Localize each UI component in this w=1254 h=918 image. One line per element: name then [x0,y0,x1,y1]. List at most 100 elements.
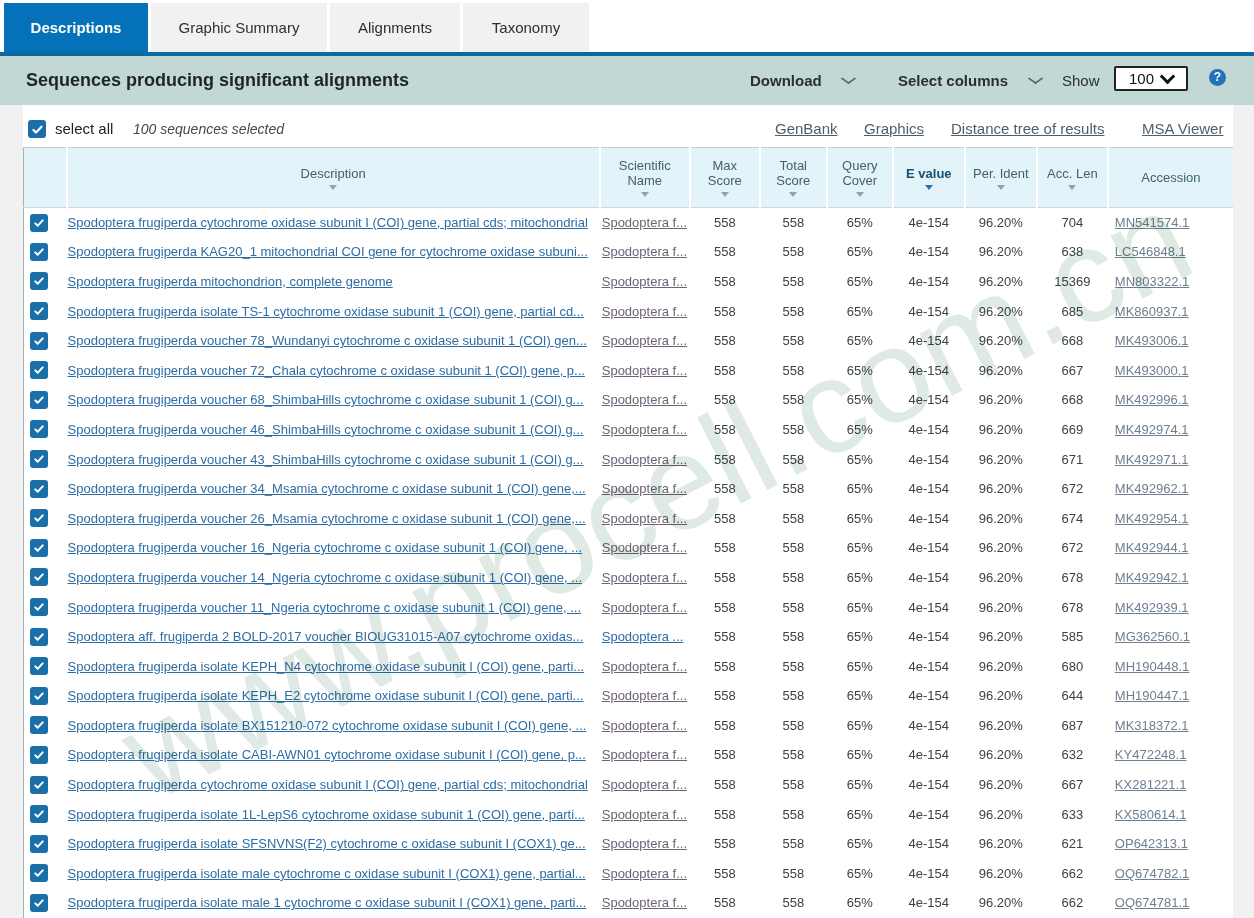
description-link[interactable]: Spodoptera frugiperda isolate BX151210-0… [67,718,600,733]
link-msa-viewer[interactable]: MSA Viewer [1142,114,1223,144]
scientific-name-link[interactable]: Spodoptera f... [600,866,690,881]
description-link[interactable]: Spodoptera frugiperda voucher 46_ShimbaH… [67,422,600,437]
description-link[interactable]: Spodoptera aff. frugiperda 2 BOLD-2017 v… [67,629,600,644]
row-checkbox[interactable] [30,391,48,409]
scientific-name-link[interactable]: Spodoptera f... [600,422,690,437]
row-checkbox[interactable] [30,598,48,616]
column-header-description[interactable]: Description [67,148,600,208]
scientific-name-link[interactable]: Spodoptera f... [600,452,690,467]
accession-link[interactable]: MK318372.1 [1108,718,1189,733]
scientific-name-link[interactable]: Spodoptera f... [600,718,690,733]
download-button[interactable]: Download [750,56,822,105]
description-link[interactable]: Spodoptera frugiperda cytochrome oxidase… [67,215,600,230]
accession-link[interactable]: MK493000.1 [1108,363,1189,378]
scientific-name-link[interactable]: Spodoptera f... [600,895,690,910]
select-columns-button[interactable]: Select columns [898,56,1008,105]
scientific-name-link[interactable]: Spodoptera f... [600,777,690,792]
column-header-acc-len[interactable]: Acc. Len [1037,148,1108,208]
row-checkbox[interactable] [30,864,48,882]
accession-link[interactable]: MK492996.1 [1108,392,1189,407]
scientific-name-link[interactable]: Spodoptera f... [600,540,690,555]
accession-link[interactable]: MK492954.1 [1108,511,1189,526]
scientific-name-link[interactable]: Spodoptera f... [600,836,690,851]
description-link[interactable]: Spodoptera frugiperda isolate male cytoc… [67,866,600,881]
accession-link[interactable]: MK492944.1 [1108,540,1189,555]
accession-link[interactable]: MK492974.1 [1108,422,1189,437]
accession-link[interactable]: MN803322.1 [1108,274,1189,289]
scientific-name-link[interactable]: Spodoptera f... [600,511,690,526]
scientific-name-link[interactable]: Spodoptera f... [600,333,690,348]
scientific-name-link[interactable]: Spodoptera f... [600,600,690,615]
accession-link[interactable]: KX580614.1 [1108,807,1187,822]
row-checkbox[interactable] [30,894,48,912]
column-header-query-cover[interactable]: Query Cover [827,148,893,208]
column-header-per-ident[interactable]: Per. Ident [965,148,1037,208]
accession-link[interactable]: MK492942.1 [1108,570,1189,585]
scientific-name-link[interactable]: Spodoptera ... [600,629,690,644]
accession-link[interactable]: OP642313.1 [1108,836,1188,851]
row-checkbox[interactable] [30,214,48,232]
description-link[interactable]: Spodoptera frugiperda voucher 11_Ngeria … [67,600,600,615]
description-link[interactable]: Spodoptera frugiperda isolate male 1 cyt… [67,895,600,910]
tab-graphic-summary[interactable]: Graphic Summary [151,3,327,52]
link-graphics[interactable]: Graphics [864,114,924,144]
column-header-max-score[interactable]: Max Score [690,148,760,208]
row-checkbox[interactable] [30,687,48,705]
description-link[interactable]: Spodoptera frugiperda voucher 72_Chala c… [67,363,600,378]
row-checkbox[interactable] [30,480,48,498]
row-checkbox[interactable] [30,509,48,527]
row-checkbox[interactable] [30,835,48,853]
description-link[interactable]: Spodoptera frugiperda cytochrome oxidase… [67,777,600,792]
description-link[interactable]: Spodoptera frugiperda voucher 68_ShimbaH… [67,392,600,407]
scientific-name-link[interactable]: Spodoptera f... [600,807,690,822]
description-link[interactable]: Spodoptera frugiperda isolate SFSNVNS(F2… [67,836,600,851]
scientific-name-link[interactable]: Spodoptera f... [600,659,690,674]
accession-link[interactable]: MK492939.1 [1108,600,1189,615]
link-distance-tree[interactable]: Distance tree of results [951,114,1104,144]
accession-link[interactable]: MH190447.1 [1108,688,1189,703]
select-all-checkbox[interactable] [28,120,46,138]
scientific-name-link[interactable]: Spodoptera f... [600,215,690,230]
row-checkbox[interactable] [30,776,48,794]
accession-link[interactable]: MN541574.1 [1108,215,1189,230]
scientific-name-link[interactable]: Spodoptera f... [600,304,690,319]
tab-alignments[interactable]: Alignments [330,3,460,52]
scientific-name-link[interactable]: Spodoptera f... [600,392,690,407]
description-link[interactable]: Spodoptera frugiperda isolate CABI-AWN01… [67,747,600,762]
column-header-total-score[interactable]: Total Score [760,148,827,208]
column-header-e-value[interactable]: E value [893,148,965,208]
description-link[interactable]: Spodoptera frugiperda voucher 34_Msamia … [67,481,600,496]
accession-link[interactable]: MK492971.1 [1108,452,1189,467]
column-header-scientific-name[interactable]: Scientific Name [600,148,690,208]
row-checkbox[interactable] [30,628,48,646]
description-link[interactable]: Spodoptera frugiperda voucher 16_Ngeria … [67,540,600,555]
row-checkbox[interactable] [30,420,48,438]
help-icon[interactable]: ? [1209,69,1226,86]
description-link[interactable]: Spodoptera frugiperda isolate KEPH_N4 cy… [67,659,600,674]
tab-taxonomy[interactable]: Taxonomy [463,3,589,52]
accession-link[interactable]: MK860937.1 [1108,304,1189,319]
scientific-name-link[interactable]: Spodoptera f... [600,363,690,378]
show-select[interactable]: 100 [1114,66,1188,91]
accession-link[interactable]: MG362560.1 [1108,629,1190,644]
row-checkbox[interactable] [30,361,48,379]
row-checkbox[interactable] [30,332,48,350]
row-checkbox[interactable] [30,243,48,261]
accession-link[interactable]: MK492962.1 [1108,481,1189,496]
accession-link[interactable]: KX281221.1 [1108,777,1187,792]
link-genbank[interactable]: GenBank [775,114,838,144]
description-link[interactable]: Spodoptera frugiperda voucher 26_Msamia … [67,511,600,526]
row-checkbox[interactable] [30,805,48,823]
accession-link[interactable]: MH190448.1 [1108,659,1189,674]
description-link[interactable]: Spodoptera frugiperda voucher 78_Wundany… [67,333,600,348]
description-link[interactable]: Spodoptera frugiperda isolate KEPH_E2 cy… [67,688,600,703]
scientific-name-link[interactable]: Spodoptera f... [600,570,690,585]
row-checkbox[interactable] [30,539,48,557]
accession-link[interactable]: LC546848.1 [1108,244,1186,259]
row-checkbox[interactable] [30,272,48,290]
description-link[interactable]: Spodoptera frugiperda isolate 1L-LepS6 c… [67,807,600,822]
accession-link[interactable]: OQ674782.1 [1108,866,1189,881]
description-link[interactable]: Spodoptera frugiperda isolate TS-1 cytoc… [67,304,600,319]
row-checkbox[interactable] [30,746,48,764]
scientific-name-link[interactable]: Spodoptera f... [600,244,690,259]
